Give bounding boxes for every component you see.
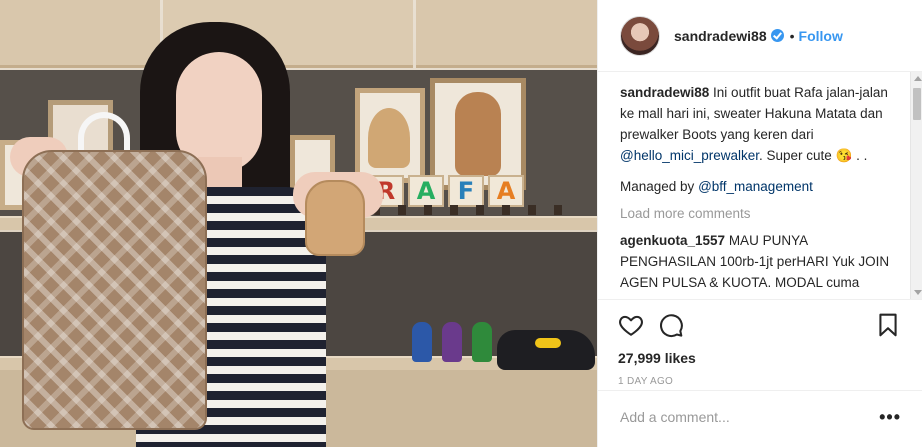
post-actions: 27,999 likes 1 DAY AGO	[598, 299, 922, 389]
photo-gingerbread-figure	[455, 92, 501, 176]
post-photo[interactable]: R A F A	[0, 0, 597, 447]
action-icons-row	[618, 312, 901, 338]
photo-cartoon-figure	[368, 108, 410, 168]
add-comment-bar: •••	[598, 390, 922, 442]
caption-mention-link[interactable]: @hello_mici_prewalker	[620, 148, 759, 163]
comment-username[interactable]: agenkuota_1557	[620, 233, 725, 248]
photo-train-wheels	[372, 205, 572, 215]
follow-button[interactable]: Follow	[799, 28, 843, 44]
header-separator: •	[789, 27, 795, 44]
verified-badge-icon	[770, 29, 784, 42]
comment-item: agenkuota_1557 MAU PUNYA PENGHASILAN 100…	[620, 230, 898, 293]
scroll-up-arrow-icon[interactable]	[914, 76, 922, 81]
post-timestamp[interactable]: 1 DAY AGO	[618, 376, 901, 387]
photo-toy-figures	[412, 322, 492, 362]
comments-list[interactable]: sandradewi88 Ini outfit buat Rafa jalan-…	[620, 82, 898, 296]
letter-block: F	[448, 175, 484, 207]
add-comment-input[interactable]	[620, 408, 880, 425]
letter-block: A	[408, 175, 444, 207]
avatar[interactable]	[620, 15, 660, 56]
post-header: sandradewi88 • Follow	[598, 0, 922, 72]
caption-text-end: . Super cute 😘 . .	[759, 148, 868, 163]
post-caption: sandradewi88 Ini outfit buat Rafa jalan-…	[620, 82, 898, 166]
post-side-panel: sandradewi88 • Follow sandradewi88 Ini o…	[597, 0, 922, 447]
header-username[interactable]: sandradewi88	[674, 28, 767, 44]
toy-figure	[472, 322, 492, 362]
caption-username[interactable]: sandradewi88	[620, 85, 709, 100]
heart-icon[interactable]	[618, 312, 644, 338]
photo-baby-shoes	[305, 180, 365, 256]
bookmark-icon[interactable]	[875, 312, 901, 338]
managed-by-line: Managed by @bff_management	[620, 176, 898, 197]
photo-knit-sweater	[22, 150, 207, 430]
letter-block: A	[488, 175, 524, 207]
scrollbar-thumb[interactable]	[913, 88, 921, 120]
comment-bubble-icon[interactable]	[658, 312, 684, 338]
more-options-icon[interactable]: •••	[879, 408, 901, 426]
toy-figure	[412, 322, 432, 362]
photo-toy-car	[497, 330, 595, 370]
photo-cabinet	[416, 0, 597, 68]
load-more-comments-button[interactable]: Load more comments	[620, 203, 898, 224]
managed-text: Managed by	[620, 179, 699, 194]
scroll-down-arrow-icon[interactable]	[914, 290, 922, 295]
managed-mention-link[interactable]: @bff_management	[698, 179, 813, 194]
likes-count[interactable]: 27,999 likes	[618, 350, 901, 366]
instagram-post: R A F A sandradewi88 • Follow sandradewi…	[0, 0, 922, 447]
photo-letter-blocks: R A F A	[368, 175, 524, 207]
comments-scrollbar[interactable]	[910, 72, 922, 299]
toy-figure	[442, 322, 462, 362]
